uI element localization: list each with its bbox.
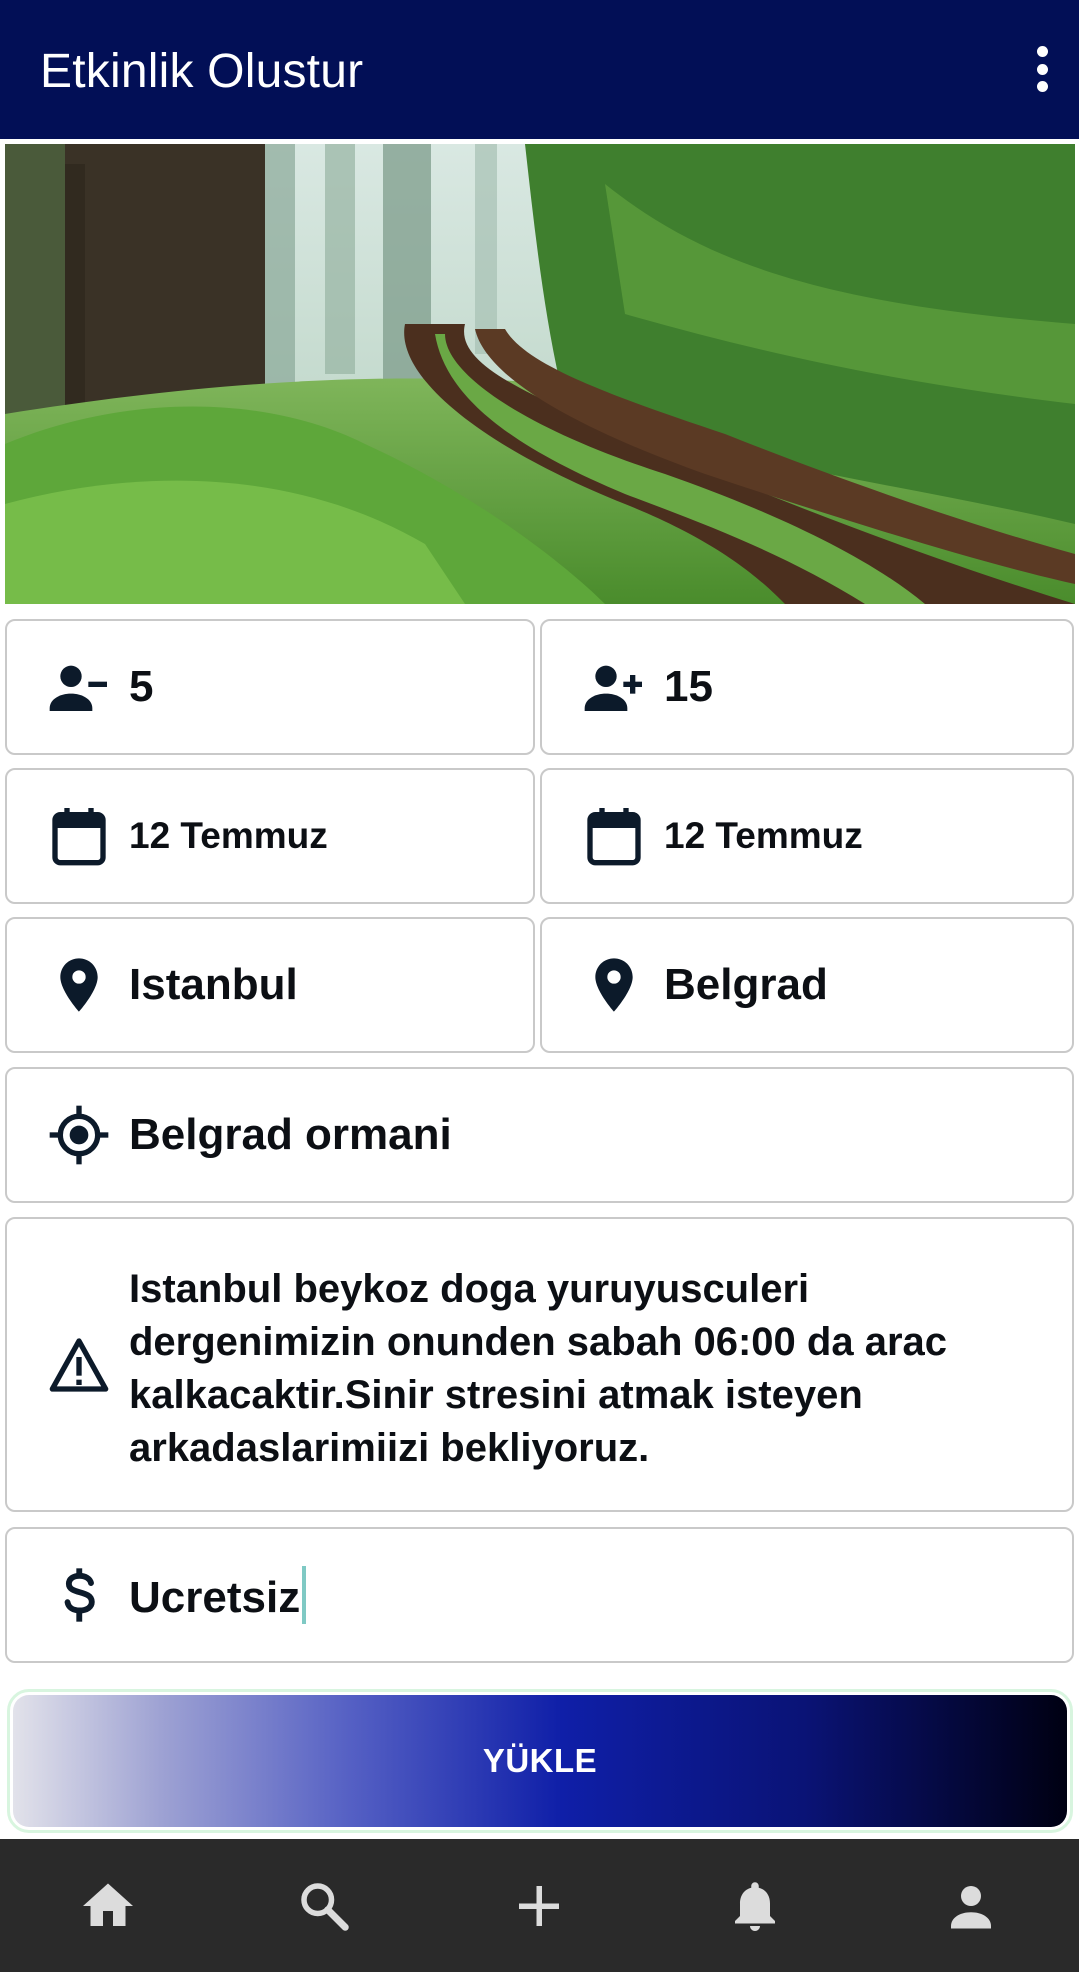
person-remove-icon — [47, 655, 111, 719]
max-participants-value: 15 — [664, 662, 713, 711]
min-participants-field[interactable]: 5 — [5, 619, 535, 755]
bottom-navigation — [0, 1839, 1079, 1972]
nav-profile[interactable] — [863, 1839, 1079, 1972]
description-field[interactable]: Istanbul beykoz doga yuruyusculeri derge… — [5, 1217, 1074, 1512]
upload-button-label: YÜKLE — [13, 1695, 1067, 1827]
dollar-icon — [47, 1563, 111, 1627]
min-participants-value: 5 — [129, 662, 154, 711]
page-title: Etkinlik Olustur — [40, 45, 364, 98]
city-to-field[interactable]: Belgrad — [540, 917, 1074, 1053]
description-value: Istanbul beykoz doga yuruyusculeri derge… — [129, 1267, 948, 1470]
city-from-field[interactable]: Istanbul — [5, 917, 535, 1053]
max-participants-field[interactable]: 15 — [540, 619, 1074, 755]
calendar-icon — [47, 804, 111, 868]
more-vert-icon[interactable] — [1027, 46, 1057, 92]
location-pin-icon — [47, 953, 111, 1017]
app-bar: Etkinlik Olustur — [0, 0, 1079, 139]
price-text: Ucretsiz — [129, 1573, 301, 1622]
text-cursor — [302, 1566, 307, 1624]
add-icon — [519, 1885, 560, 1926]
home-icon — [82, 1883, 133, 1926]
meeting-point-value: Belgrad ormani — [129, 1110, 452, 1159]
my-location-icon — [47, 1103, 111, 1167]
nav-home[interactable] — [0, 1839, 216, 1972]
city-from-value: Istanbul — [129, 960, 298, 1009]
profile-icon — [951, 1885, 992, 1928]
start-date-field[interactable]: 12 Temmuz — [5, 768, 535, 904]
price-value: Ucretsiz — [129, 1566, 307, 1624]
end-date-value: 12 Temmuz — [664, 815, 863, 856]
event-cover-image[interactable] — [5, 144, 1075, 604]
calendar-icon — [582, 804, 646, 868]
nav-add[interactable] — [432, 1839, 648, 1972]
end-date-field[interactable]: 12 Temmuz — [540, 768, 1074, 904]
person-add-icon — [582, 655, 646, 719]
notifications-icon — [735, 1881, 776, 1931]
warning-icon — [47, 1333, 111, 1397]
search-icon — [300, 1882, 349, 1931]
start-date-value: 12 Temmuz — [129, 815, 328, 856]
price-field[interactable]: Ucretsiz — [5, 1527, 1074, 1663]
nav-notifications[interactable] — [647, 1839, 863, 1972]
nav-search[interactable] — [216, 1839, 432, 1972]
meeting-point-field[interactable]: Belgrad ormani — [5, 1067, 1074, 1203]
upload-button[interactable]: YÜKLE — [7, 1689, 1073, 1833]
city-to-value: Belgrad — [664, 960, 828, 1009]
location-pin-icon — [582, 953, 646, 1017]
